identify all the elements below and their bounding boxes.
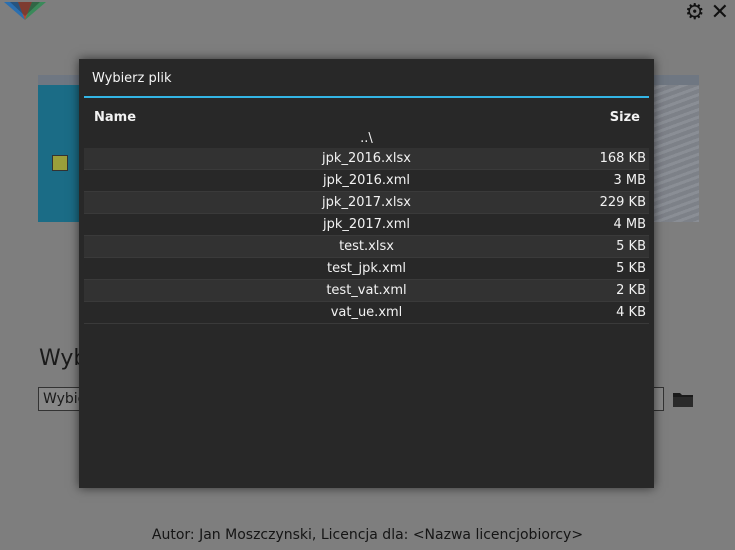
- file-row[interactable]: test_jpk.xml 5 KB: [84, 258, 649, 280]
- file-name: jpk_2017.xlsx: [322, 195, 411, 210]
- file-size: 4 KB: [616, 305, 646, 320]
- file-row[interactable]: vat_ue.xml 4 KB: [84, 302, 649, 324]
- file-size: 3 MB: [613, 173, 646, 188]
- file-name: test_vat.xml: [326, 283, 407, 298]
- column-header-size[interactable]: Size: [610, 110, 640, 125]
- folder-icon[interactable]: [672, 389, 694, 409]
- file-name: jpk_2016.xml: [322, 173, 411, 188]
- file-size: 229 KB: [599, 195, 646, 210]
- file-size: 5 KB: [616, 239, 646, 254]
- file-size: 2 KB: [616, 283, 646, 298]
- file-size: 168 KB: [599, 151, 646, 166]
- file-name: test_jpk.xml: [327, 261, 406, 276]
- column-header-name[interactable]: Name: [94, 110, 136, 125]
- file-name: jpk_2017.xml: [322, 217, 411, 232]
- file-row[interactable]: jpk_2017.xml 4 MB: [84, 214, 649, 236]
- file-row[interactable]: test_vat.xml 2 KB: [84, 280, 649, 302]
- file-size: 5 KB: [616, 261, 646, 276]
- file-row[interactable]: jpk_2016.xml 3 MB: [84, 170, 649, 192]
- gear-icon[interactable]: ⚙: [685, 2, 705, 24]
- footer-credits: Autor: Jan Moszczynski, Licencja dla: <N…: [151, 527, 584, 543]
- dialog-title-divider: [84, 96, 649, 98]
- dialog-title: Wybierz plik: [92, 71, 172, 86]
- close-icon[interactable]: ✕: [711, 2, 729, 24]
- file-row[interactable]: test.xlsx 5 KB: [84, 236, 649, 258]
- file-name: vat_ue.xml: [330, 305, 403, 320]
- file-size: 4 MB: [613, 217, 646, 232]
- app-logo-icon: [4, 2, 46, 20]
- file-list: jpk_2016.xlsx 168 KB jpk_2016.xml 3 MB j…: [84, 148, 649, 324]
- file-row[interactable]: jpk_2016.xlsx 168 KB: [84, 148, 649, 170]
- file-chooser-dialog: Wybierz plik Name Size ..\ jpk_2016.xlsx…: [79, 59, 654, 488]
- file-name: test.xlsx: [339, 239, 394, 254]
- parent-directory-item[interactable]: ..\: [84, 129, 649, 148]
- file-row[interactable]: jpk_2017.xlsx 229 KB: [84, 192, 649, 214]
- file-name: jpk_2016.xlsx: [322, 151, 411, 166]
